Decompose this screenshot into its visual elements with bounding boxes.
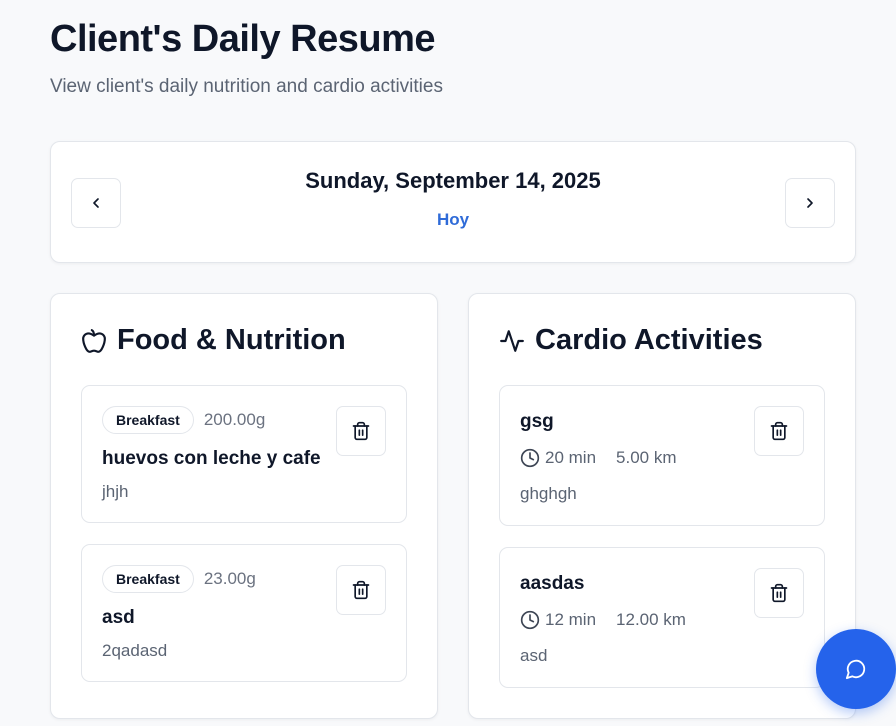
page-title: Client's Daily Resume xyxy=(50,18,436,60)
food-name: asd xyxy=(102,607,135,628)
cardio-section-header: Cardio Activities xyxy=(499,324,763,357)
activity-icon xyxy=(500,329,524,352)
food-note: jhjh xyxy=(102,482,129,501)
food-note: 2qadasd xyxy=(102,641,168,660)
food-nutrition-card: Food & Nutrition Breakfast 200.00g huevo… xyxy=(50,293,438,719)
delete-cardio-button[interactable] xyxy=(754,406,804,456)
date-navigator: Sunday, September 14, 2025 Hoy xyxy=(50,141,856,263)
clock-icon xyxy=(520,448,540,468)
food-section-header: Food & Nutrition xyxy=(81,324,346,357)
delete-cardio-button[interactable] xyxy=(754,568,804,618)
clock-icon xyxy=(520,610,540,630)
today-link[interactable]: Hoy xyxy=(437,210,469,229)
food-weight: 200.00g xyxy=(203,410,266,429)
food-section-title: Food & Nutrition xyxy=(117,324,346,356)
delete-food-button[interactable] xyxy=(336,406,386,456)
chevron-left-icon xyxy=(93,198,99,208)
food-name: huevos con leche y cafe xyxy=(102,448,321,469)
trash-icon xyxy=(352,580,370,600)
cardio-distance: 5.00 km xyxy=(616,448,677,467)
cardio-duration: 20 min xyxy=(545,448,597,467)
food-item: Breakfast 23.00g asd 2qadasd xyxy=(81,544,407,682)
page: Client's Daily Resume View client's dail… xyxy=(0,0,896,726)
cardio-item: aasdas 12 min 12.00 km asd xyxy=(499,547,825,688)
food-weight: 23.00g xyxy=(203,569,256,588)
meal-type-badge: Breakfast xyxy=(102,406,194,434)
page-subtitle: View client's daily nutrition and cardio… xyxy=(50,76,443,97)
cardio-note: ghghgh xyxy=(520,484,577,503)
trash-icon xyxy=(770,583,788,603)
cardio-name: aasdas xyxy=(520,573,585,594)
meal-type-badge: Breakfast xyxy=(102,565,194,593)
cardio-duration: 12 min xyxy=(545,610,597,629)
food-item: Breakfast 200.00g huevos con leche y caf… xyxy=(81,385,407,523)
trash-icon xyxy=(352,421,370,441)
apple-icon xyxy=(82,328,106,353)
cardio-name: gsg xyxy=(520,411,554,432)
delete-food-button[interactable] xyxy=(336,565,386,615)
chat-button[interactable] xyxy=(816,629,896,709)
trash-icon xyxy=(770,421,788,441)
chevron-right-icon xyxy=(807,198,813,208)
current-date: Sunday, September 14, 2025 xyxy=(305,168,601,193)
cardio-activities-card: Cardio Activities gsg 20 min 5.00 km ghg… xyxy=(468,293,856,719)
cardio-item: gsg 20 min 5.00 km ghghgh xyxy=(499,385,825,526)
cardio-note: asd xyxy=(520,646,548,665)
chat-icon xyxy=(845,659,866,680)
cardio-distance: 12.00 km xyxy=(616,610,686,629)
next-day-button[interactable] xyxy=(785,178,835,228)
cardio-section-title: Cardio Activities xyxy=(535,324,763,356)
